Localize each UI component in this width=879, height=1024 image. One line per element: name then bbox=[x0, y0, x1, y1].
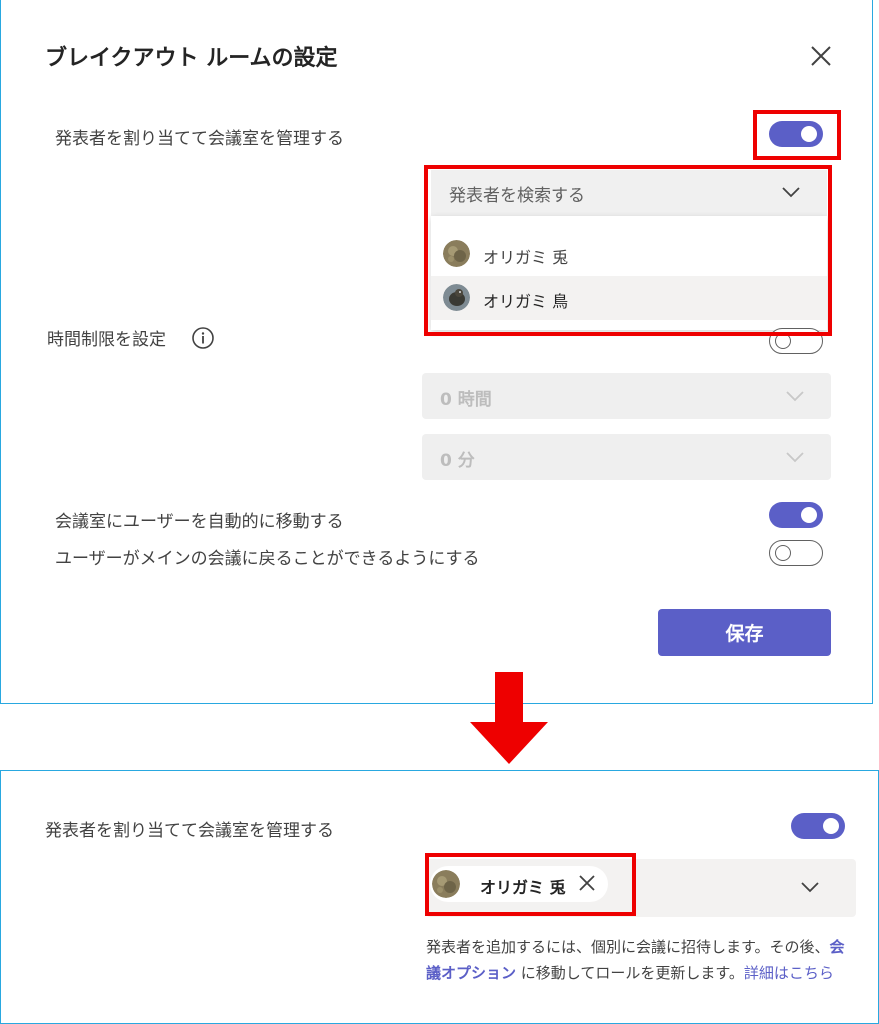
learn-more-link[interactable]: 詳細はこちら bbox=[744, 964, 834, 982]
auto-move-label: 会議室にユーザーを自動的に移動する bbox=[55, 512, 344, 532]
rabbit-avatar-icon bbox=[443, 240, 470, 267]
time-limit-label: 時間制限を設定 bbox=[47, 330, 166, 350]
return-to-main-toggle[interactable] bbox=[769, 540, 823, 566]
assign-presenters-toggle[interactable] bbox=[791, 813, 845, 839]
selected-presenter-chip: オリガミ 兎 bbox=[430, 866, 608, 902]
close-icon bbox=[811, 46, 831, 66]
info-icon[interactable] bbox=[191, 326, 215, 350]
chevron-down-icon bbox=[786, 391, 804, 402]
save-button[interactable]: 保存 bbox=[658, 609, 831, 656]
help-text-part: 発表者を追加するには、個別に会議に招待します。その後、 bbox=[426, 938, 830, 956]
presenter-option-name: オリガミ 鳥 bbox=[483, 292, 569, 311]
presenter-search-placeholder: 発表者を検索する bbox=[449, 186, 585, 206]
time-limit-toggle[interactable] bbox=[769, 328, 823, 354]
down-arrow-icon bbox=[470, 672, 548, 764]
presenter-options-list: オリガミ 兎 オリガミ 鳥 bbox=[431, 216, 827, 330]
assign-presenters-label: 発表者を割り当てて会議室を管理する bbox=[55, 129, 344, 149]
help-text-part: に移動してロールを更新します。 bbox=[516, 964, 744, 982]
help-text: 発表者を追加するには、個別に会議に招待します。その後、会議オプション に移動して… bbox=[426, 934, 856, 986]
minutes-value: 0 分 bbox=[440, 451, 475, 471]
bird-avatar-icon bbox=[443, 284, 470, 311]
dialog-title: ブレイクアウト ルームの設定 bbox=[45, 46, 338, 71]
hours-value: 0 時間 bbox=[440, 390, 492, 410]
selected-presenter-name: オリガミ 兎 bbox=[480, 878, 566, 897]
hours-dropdown[interactable]: 0 時間 bbox=[422, 373, 831, 419]
close-button[interactable] bbox=[807, 42, 835, 70]
presenter-option-name: オリガミ 兎 bbox=[483, 248, 569, 267]
rabbit-avatar-icon bbox=[432, 870, 460, 898]
breakout-settings-dialog: ブレイクアウト ルームの設定 発表者を割り当てて会議室を管理する 発表者を検索す… bbox=[0, 0, 873, 704]
presenter-search-dropdown[interactable]: 発表者を検索する bbox=[431, 170, 827, 216]
minutes-dropdown[interactable]: 0 分 bbox=[422, 434, 831, 480]
presenter-option-rabbit[interactable]: オリガミ 兎 bbox=[431, 232, 827, 276]
auto-move-toggle[interactable] bbox=[769, 502, 823, 528]
chevron-down-icon bbox=[801, 882, 819, 893]
chevron-down-icon bbox=[786, 452, 804, 463]
return-to-main-label: ユーザーがメインの会議に戻ることができるようにする bbox=[55, 549, 480, 569]
assign-presenters-toggle[interactable] bbox=[769, 121, 823, 147]
chevron-down-icon bbox=[782, 187, 800, 198]
assign-presenters-label: 発表者を割り当てて会議室を管理する bbox=[45, 821, 334, 841]
presenter-option-bird[interactable]: オリガミ 鳥 bbox=[431, 276, 827, 320]
remove-presenter-icon[interactable] bbox=[576, 872, 598, 894]
